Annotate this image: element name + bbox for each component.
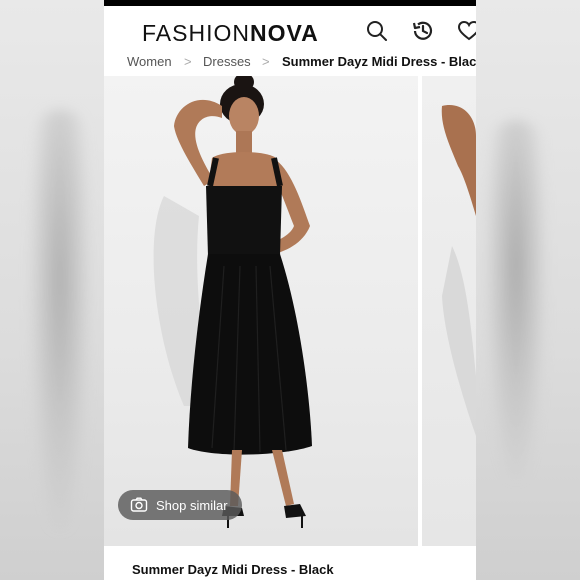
shop-similar-label: Shop similar — [156, 497, 228, 513]
chevron-right-icon: > — [262, 54, 270, 69]
search-icon[interactable] — [364, 18, 390, 44]
logo-text-fashion: FASHION — [142, 20, 250, 46]
site-header: FASHIONNOVA — [104, 6, 476, 50]
breadcrumb-item-current: Summer Dayz Midi Dress - Black — [282, 54, 476, 69]
breadcrumb-item-dresses[interactable]: Dresses — [203, 54, 251, 69]
fashion-nova-logo[interactable]: FASHIONNOVA — [142, 20, 319, 47]
breadcrumb: Women > Dresses > Summer Dayz Midi Dress… — [104, 50, 476, 74]
breadcrumb-item-women[interactable]: Women — [127, 54, 172, 69]
camera-icon — [130, 497, 148, 512]
product-image-main[interactable] — [104, 76, 418, 546]
heart-icon[interactable] — [456, 18, 476, 44]
shop-similar-button[interactable]: Shop similar — [118, 490, 242, 520]
logo-text-nova: NOVA — [249, 20, 319, 46]
product-image-gallery[interactable]: Shop similar — [104, 76, 476, 546]
chevron-right-icon: > — [184, 54, 192, 69]
blurred-background-left — [0, 0, 104, 580]
history-icon[interactable] — [410, 18, 436, 44]
product-title: Summer Dayz Midi Dress - Black — [132, 562, 334, 577]
blurred-background-right — [476, 0, 580, 580]
product-image-next[interactable] — [422, 76, 476, 546]
model-in-black-dress-illustration — [153, 76, 312, 528]
product-page: FASHIONNOVA Women > Dresses > Summer Day… — [104, 0, 476, 580]
